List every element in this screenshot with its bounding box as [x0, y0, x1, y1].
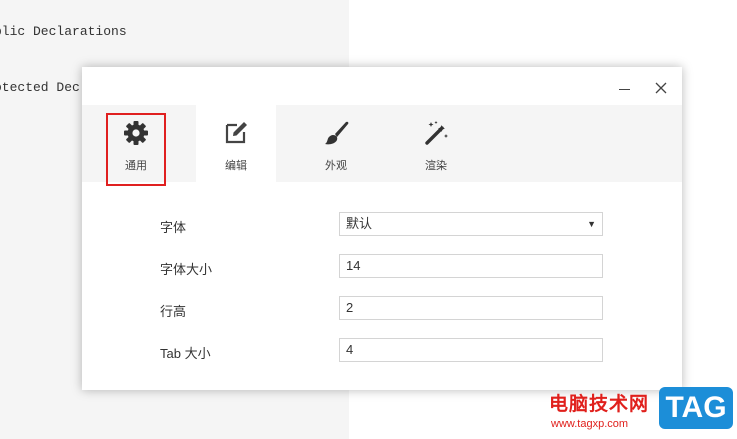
watermark-title: 电脑技术网 — [549, 394, 650, 415]
font-size-label: 字体大小 — [160, 262, 213, 277]
brush-icon — [325, 121, 349, 145]
font-label: 字体 — [160, 220, 187, 235]
tab-size-label: Tab 大小 — [160, 346, 211, 361]
edit-icon — [225, 122, 247, 144]
tab-general[interactable]: 通用 — [96, 105, 176, 182]
magic-wand-icon — [425, 121, 448, 145]
tab-appearance[interactable]: 外观 — [296, 105, 376, 182]
tab-label: 编辑 — [225, 160, 247, 172]
font-size-input[interactable]: 14 — [339, 254, 603, 278]
font-select-value: 默认 — [346, 216, 373, 231]
line-height-label: 行高 — [160, 304, 187, 319]
line-height-input[interactable]: 2 — [339, 296, 603, 320]
minimize-button[interactable] — [613, 79, 635, 99]
settings-tabstrip: 通用 编辑 外观 渲染 — [82, 105, 682, 182]
preferences-dialog: 通用 编辑 外观 渲染 字体 默认 ▼ 字体大小 14 行高 2 Tab 大小 … — [82, 67, 682, 390]
watermark-badge: TAG — [659, 387, 733, 429]
code-line: blic Declarations — [0, 24, 127, 39]
close-icon — [655, 82, 667, 94]
tab-size-input[interactable]: 4 — [339, 338, 603, 362]
tab-render[interactable]: 渲染 — [396, 105, 476, 182]
code-line: otected Dec — [0, 80, 80, 95]
tab-label: 外观 — [325, 160, 347, 172]
minimize-icon — [619, 89, 630, 90]
watermark: 电脑技术网 www.tagxp.com TAG — [549, 383, 737, 439]
gear-icon — [124, 121, 148, 145]
tab-label: 渲染 — [425, 160, 447, 172]
watermark-url: www.tagxp.com — [551, 418, 629, 430]
font-select[interactable]: 默认 ▼ — [339, 212, 603, 236]
code-line: : — [0, 51, 2, 66]
tab-label: 通用 — [125, 160, 147, 172]
dropdown-arrow-icon: ▼ — [587, 219, 596, 229]
close-button[interactable] — [650, 79, 672, 99]
tab-edit[interactable]: 编辑 — [196, 105, 276, 182]
